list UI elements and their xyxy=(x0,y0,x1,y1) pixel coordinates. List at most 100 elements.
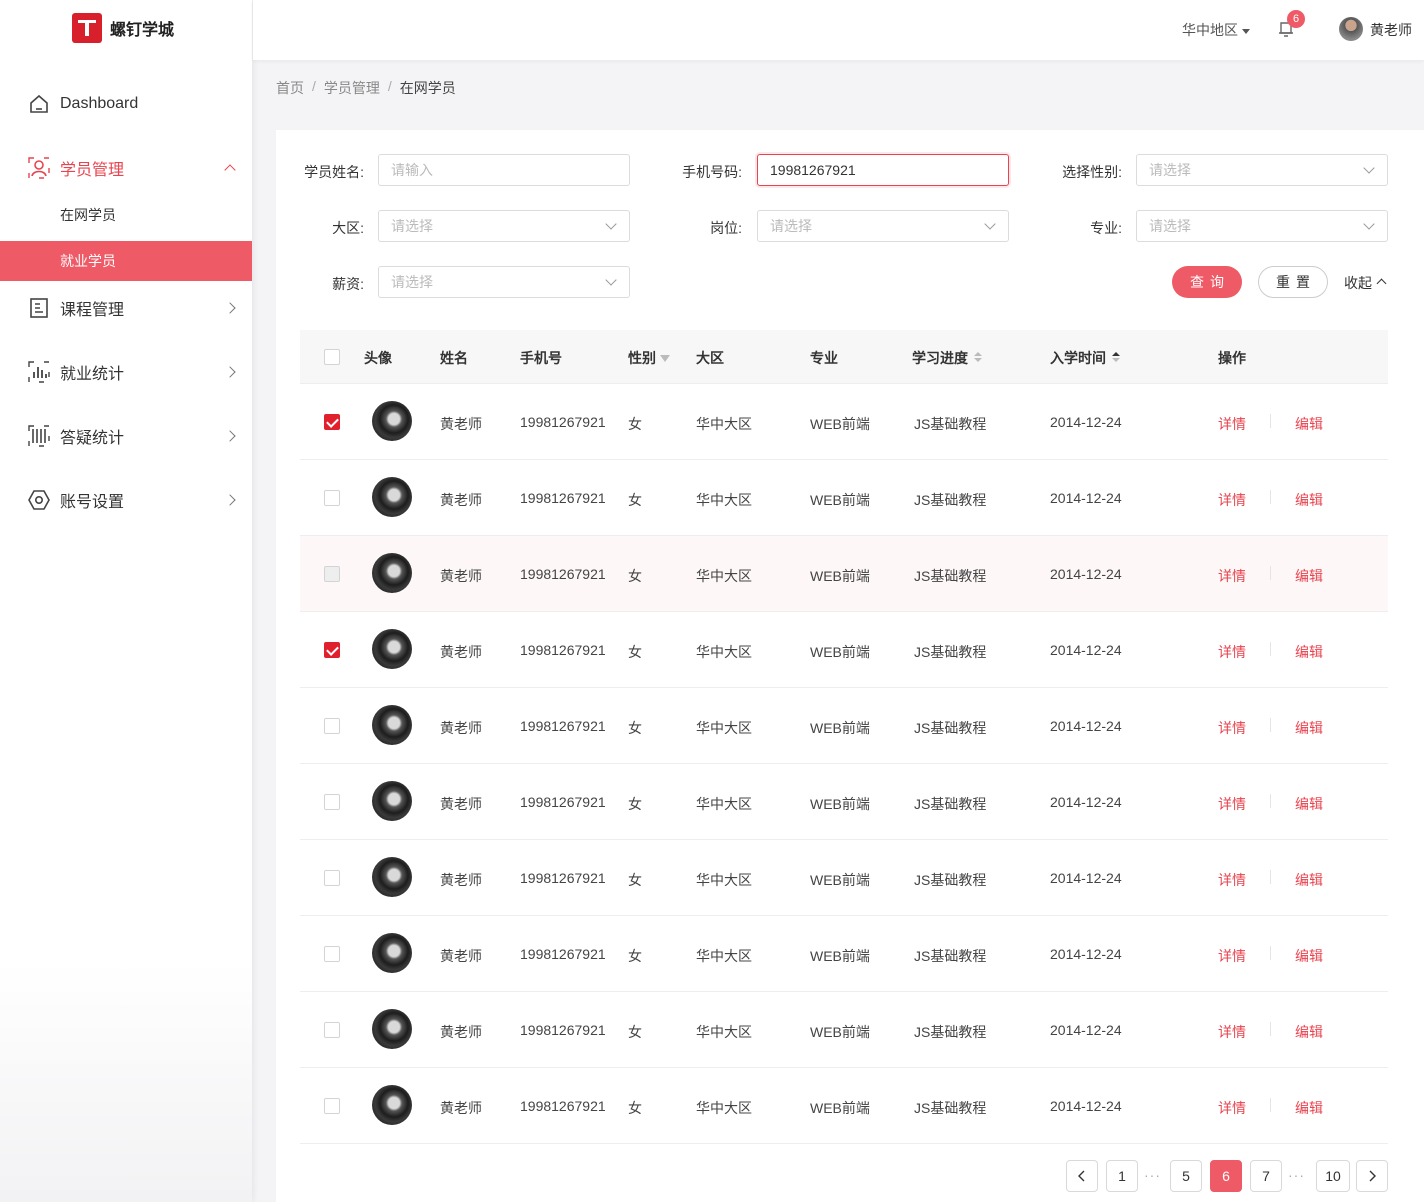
edit-link[interactable]: 编辑 xyxy=(1295,642,1323,662)
top-header: 华中地区 6 黄老师 xyxy=(253,0,1424,60)
edit-link[interactable]: 编辑 xyxy=(1295,1098,1323,1118)
region-label: 华中地区 xyxy=(1182,22,1238,38)
cell-gender: 女 xyxy=(628,796,642,812)
salary-select[interactable]: 请选择 xyxy=(378,266,630,298)
sidebar-subitem-employed-students[interactable]: 就业学员 xyxy=(0,241,252,281)
detail-link[interactable]: 详情 xyxy=(1218,642,1246,662)
edit-link[interactable]: 编辑 xyxy=(1295,1022,1323,1042)
student-avatar xyxy=(372,781,412,821)
edit-link[interactable]: 编辑 xyxy=(1295,718,1323,738)
row-checkbox[interactable] xyxy=(324,946,340,962)
detail-link[interactable]: 详情 xyxy=(1218,1098,1246,1118)
filter-icon[interactable] xyxy=(660,355,670,362)
page-button-10[interactable]: 10 xyxy=(1316,1160,1350,1192)
sidebar-item-qa-stats[interactable]: 答疑统计 xyxy=(0,416,252,456)
collapse-toggle[interactable]: 收起 xyxy=(1344,273,1387,293)
column-progress-label: 学习进度 xyxy=(912,350,968,366)
major-label: 专业: xyxy=(1090,220,1122,236)
region-select[interactable]: 请选择 xyxy=(378,210,630,242)
sort-icon[interactable] xyxy=(974,352,982,364)
cell-enroll-date: 2014-12-24 xyxy=(1050,490,1122,506)
table-row[interactable]: 黄老师 19981267921 女 华中大区 WEB前端 JS基础教程 2014-12-24… xyxy=(300,612,1388,688)
row-checkbox[interactable] xyxy=(324,1098,340,1114)
edit-link[interactable]: 编辑 xyxy=(1295,566,1323,586)
pagination-ellipsis[interactable]: ··· xyxy=(1144,1160,1161,1190)
page-button-1[interactable]: 1 xyxy=(1106,1160,1138,1192)
select-all-checkbox[interactable] xyxy=(324,349,340,365)
row-checkbox[interactable] xyxy=(324,566,340,582)
chart-icon xyxy=(28,361,50,383)
detail-link[interactable]: 详情 xyxy=(1218,490,1246,510)
detail-link[interactable]: 详情 xyxy=(1218,566,1246,586)
cell-name: 黄老师 xyxy=(440,796,482,812)
row-checkbox[interactable] xyxy=(324,1022,340,1038)
row-checkbox[interactable] xyxy=(324,718,340,734)
table-row[interactable]: 黄老师 19981267921 女 华中大区 WEB前端 JS基础教程 2014-12-24… xyxy=(300,840,1388,916)
table-row[interactable]: 黄老师 19981267921 女 华中大区 WEB前端 JS基础教程 2014-12-24… xyxy=(300,384,1388,460)
logo[interactable]: 螺钉学城 xyxy=(72,13,174,43)
pagination-ellipsis[interactable]: ··· xyxy=(1288,1160,1305,1190)
page-button-5[interactable]: 5 xyxy=(1170,1160,1202,1192)
region-selector[interactable]: 华中地区 xyxy=(1182,20,1250,40)
table-row[interactable]: 黄老师 19981267921 女 华中大区 WEB前端 JS基础教程 2014-12-24… xyxy=(300,688,1388,764)
table-row[interactable]: 黄老师 19981267921 女 华中大区 WEB前端 JS基础教程 2014-12-24… xyxy=(300,1068,1388,1144)
gender-select[interactable]: 请选择 xyxy=(1136,154,1388,186)
table-row[interactable]: 黄老师 19981267921 女 华中大区 WEB前端 JS基础教程 2014-12-24… xyxy=(300,536,1388,612)
search-button[interactable]: 查询 xyxy=(1172,266,1242,298)
phone-input[interactable]: 19981267921 xyxy=(757,154,1009,186)
sidebar-item-course-management[interactable]: 课程管理 xyxy=(0,288,252,328)
sidebar-item-employment-stats[interactable]: 就业统计 xyxy=(0,352,252,392)
sort-ascending-icon[interactable] xyxy=(1112,352,1120,364)
phone-label: 手机号码: xyxy=(682,164,742,180)
major-select[interactable]: 请选择 xyxy=(1136,210,1388,242)
detail-link[interactable]: 详情 xyxy=(1218,870,1246,890)
detail-link[interactable]: 详情 xyxy=(1218,718,1246,738)
edit-link[interactable]: 编辑 xyxy=(1295,870,1323,890)
table-row[interactable]: 黄老师 19981267921 女 华中大区 WEB前端 JS基础教程 2014-12-24… xyxy=(300,992,1388,1068)
row-checkbox[interactable] xyxy=(324,794,340,810)
breadcrumb-student-management[interactable]: 学员管理 xyxy=(324,78,380,98)
page-button-7[interactable]: 7 xyxy=(1250,1160,1282,1192)
breadcrumb-home[interactable]: 首页 xyxy=(276,78,304,98)
row-checkbox[interactable] xyxy=(324,414,340,430)
salary-select-placeholder: 请选择 xyxy=(391,274,433,290)
detail-link[interactable]: 详情 xyxy=(1218,946,1246,966)
sidebar-subitem-online-students[interactable]: 在网学员 xyxy=(0,195,252,235)
post-select[interactable]: 请选择 xyxy=(757,210,1009,242)
row-checkbox[interactable] xyxy=(324,870,340,886)
name-input[interactable]: 请输入 xyxy=(378,154,630,186)
column-major: 专业 xyxy=(810,350,838,366)
sidebar-item-dashboard[interactable]: Dashboard xyxy=(0,84,252,124)
student-avatar xyxy=(372,401,412,441)
row-checkbox[interactable] xyxy=(324,642,340,658)
column-enroll-date[interactable]: 入学时间 xyxy=(1050,348,1120,368)
edit-link[interactable]: 编辑 xyxy=(1295,946,1323,966)
cell-region: 华中大区 xyxy=(696,720,752,736)
edit-link[interactable]: 编辑 xyxy=(1295,794,1323,814)
detail-link[interactable]: 详情 xyxy=(1218,1022,1246,1042)
detail-link[interactable]: 详情 xyxy=(1218,414,1246,434)
edit-link[interactable]: 编辑 xyxy=(1295,414,1323,434)
reset-button[interactable]: 重置 xyxy=(1258,266,1328,298)
row-checkbox[interactable] xyxy=(324,490,340,506)
column-progress[interactable]: 学习进度 xyxy=(912,348,982,368)
detail-link[interactable]: 详情 xyxy=(1218,794,1246,814)
column-gender[interactable]: 性别 xyxy=(628,348,670,368)
user-avatar[interactable] xyxy=(1339,17,1363,41)
cell-phone: 19981267921 xyxy=(520,490,606,506)
table-row[interactable]: 黄老师 19981267921 女 华中大区 WEB前端 JS基础教程 2014-12-24… xyxy=(300,764,1388,840)
action-divider xyxy=(1270,414,1271,428)
page-button-6[interactable]: 6 xyxy=(1210,1160,1242,1192)
user-name[interactable]: 黄老师 xyxy=(1370,20,1412,40)
sidebar-item-account-settings[interactable]: 账号设置 xyxy=(0,480,252,520)
cell-region: 华中大区 xyxy=(696,872,752,888)
table-row[interactable]: 黄老师 19981267921 女 华中大区 WEB前端 JS基础教程 2014-12-24… xyxy=(300,460,1388,536)
cell-region: 华中大区 xyxy=(696,948,752,964)
edit-link[interactable]: 编辑 xyxy=(1295,490,1323,510)
next-page-button[interactable] xyxy=(1356,1160,1388,1192)
cell-enroll-date: 2014-12-24 xyxy=(1050,642,1122,658)
table-row[interactable]: 黄老师 19981267921 女 华中大区 WEB前端 JS基础教程 2014-12-24… xyxy=(300,916,1388,992)
prev-page-button[interactable] xyxy=(1066,1160,1098,1192)
sidebar-item-label: 账号设置 xyxy=(60,494,125,511)
sidebar-item-student-management[interactable]: 学员管理 xyxy=(0,148,252,188)
